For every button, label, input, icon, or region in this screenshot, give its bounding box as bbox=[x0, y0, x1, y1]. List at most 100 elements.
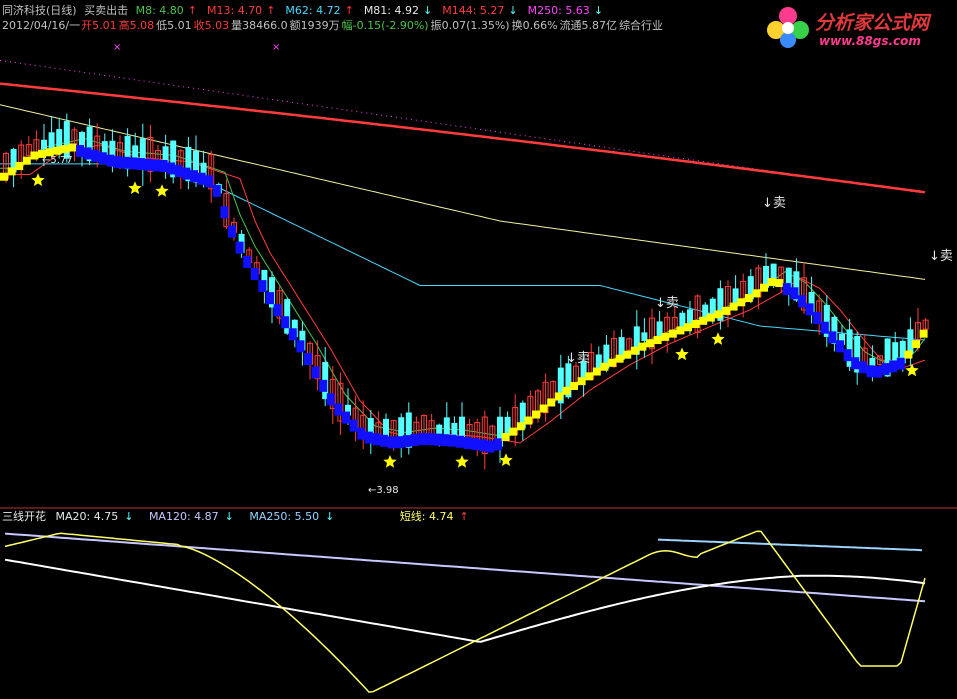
buy-block bbox=[15, 162, 24, 171]
sell-label: 卖 bbox=[576, 351, 590, 366]
sell-block bbox=[425, 433, 434, 446]
buy-block bbox=[547, 398, 556, 407]
sell-block bbox=[76, 145, 84, 158]
sell-block bbox=[372, 433, 381, 446]
sell-label: 卖 bbox=[665, 296, 679, 311]
sell-block bbox=[250, 268, 259, 281]
sell-block bbox=[889, 360, 898, 373]
ma-legend-arrow: ↑ bbox=[187, 4, 197, 17]
buy-block bbox=[501, 432, 510, 441]
sell-block bbox=[448, 434, 457, 447]
m62-line bbox=[0, 163, 926, 341]
sell-block bbox=[266, 292, 274, 305]
quote-amount: 额1939万 bbox=[289, 19, 340, 32]
buy-block bbox=[509, 427, 518, 436]
marker-x: × bbox=[272, 42, 280, 53]
buy-block bbox=[699, 316, 708, 325]
ma-legend-label: M144: 5.27 bbox=[442, 4, 505, 17]
sell-block bbox=[349, 419, 358, 432]
sell-block bbox=[152, 159, 160, 172]
sell-block bbox=[243, 256, 252, 269]
buy-block bbox=[577, 377, 586, 386]
buy-block bbox=[600, 362, 609, 371]
short-line-value: 短线: 4.74 ↑ bbox=[400, 510, 475, 523]
buy-star-icon bbox=[905, 363, 919, 377]
ma-legend-arrow: ↓ bbox=[593, 4, 604, 17]
sell-block bbox=[228, 225, 236, 238]
formula-name: 买卖出击 bbox=[84, 4, 129, 17]
buy-block bbox=[760, 283, 768, 292]
sell-block bbox=[478, 439, 487, 452]
chart-header: 同济科技(日线) 买卖出击 M8: 4.80 ↑ M13: 4.70 ↑ M62: 4.… bbox=[2, 4, 617, 17]
ma250-arrow: ↓ bbox=[325, 510, 335, 523]
sell-block bbox=[433, 433, 442, 446]
ma-legend-item: M144: 5.27 ↓ bbox=[442, 4, 521, 17]
buy-block bbox=[714, 310, 723, 319]
candle-down bbox=[41, 139, 47, 150]
ma-legend-label: M62: 4.72 bbox=[285, 4, 341, 17]
buy-block bbox=[592, 367, 601, 376]
high-price-label: ←5.77 bbox=[42, 155, 73, 166]
sell-block bbox=[144, 158, 153, 171]
buy-block bbox=[737, 298, 746, 307]
sell-block bbox=[106, 154, 115, 167]
quote-change: 幅-0.15(-2.90%) bbox=[341, 19, 429, 32]
buy-star-icon bbox=[155, 184, 169, 197]
sell-block bbox=[190, 170, 198, 183]
buy-block bbox=[722, 306, 730, 315]
sell-block bbox=[220, 206, 229, 219]
sell-block bbox=[174, 165, 183, 178]
sell-block bbox=[182, 167, 191, 180]
buy-block bbox=[668, 329, 677, 338]
buy-star-icon bbox=[31, 173, 45, 186]
ma250-value: MA250: 5.50 ↓ bbox=[249, 510, 340, 523]
buy-block bbox=[30, 151, 39, 160]
buy-block bbox=[615, 354, 624, 363]
ma-legend-item: M250: 5.63 ↓ bbox=[528, 4, 607, 17]
buy-block bbox=[554, 392, 563, 401]
candle-down bbox=[436, 424, 443, 434]
sell-block bbox=[798, 295, 806, 308]
buy-block bbox=[684, 323, 692, 332]
quote-bar: 2012/04/16/一开5.01 高5.08 低5.01 收5.03 量38466.0… bbox=[2, 19, 667, 32]
sell-block bbox=[486, 440, 495, 453]
buy-block bbox=[752, 289, 761, 298]
sell-block bbox=[197, 172, 206, 185]
buy-block bbox=[524, 416, 533, 425]
sell-block bbox=[395, 436, 404, 449]
sell-block bbox=[235, 241, 244, 254]
sell-block bbox=[205, 175, 214, 188]
buy-star-icon bbox=[128, 181, 142, 194]
ma-legend-item: M13: 4.70 ↑ bbox=[207, 4, 279, 17]
site-logo: 分析家公式网 www.88gs.com bbox=[757, 2, 953, 54]
ma120-arrow: ↓ bbox=[224, 510, 234, 523]
logo-title: 分析家公式网 bbox=[815, 12, 930, 34]
buy-block bbox=[516, 422, 525, 431]
buy-block bbox=[706, 313, 715, 322]
buy-block bbox=[661, 332, 670, 341]
quote-open: 开5.01 bbox=[81, 19, 117, 32]
sell-signal-4: ↓卖 bbox=[566, 351, 590, 366]
sell-block bbox=[159, 160, 168, 173]
kline-chart[interactable]: × × bbox=[0, 0, 957, 699]
low-price-label: ←3.98 bbox=[368, 485, 399, 496]
ma250-indicator-line bbox=[657, 538, 923, 552]
buy-block bbox=[912, 340, 920, 349]
quote-low: 低5.01 bbox=[156, 19, 192, 32]
sell-block bbox=[342, 411, 350, 424]
sell-block bbox=[296, 340, 305, 353]
ma-legend-label: M81: 4.92 bbox=[363, 4, 419, 17]
short-line-label: 短线: 4.74 bbox=[399, 510, 454, 523]
sell-label: 卖 bbox=[772, 196, 786, 211]
ma20-arrow: ↓ bbox=[124, 510, 134, 523]
ma20-value: MA20: 4.75 ↓ bbox=[56, 510, 140, 523]
ma250-label: MA250: 5.50 bbox=[249, 510, 320, 523]
buy-block bbox=[775, 279, 784, 288]
sell-block bbox=[91, 149, 100, 162]
buy-block bbox=[562, 386, 571, 395]
buy-block bbox=[7, 167, 16, 176]
ma120-value: MA120: 4.87 ↓ bbox=[149, 510, 240, 523]
sell-block bbox=[843, 349, 852, 362]
sell-block bbox=[828, 331, 837, 344]
sell-block bbox=[494, 438, 502, 451]
